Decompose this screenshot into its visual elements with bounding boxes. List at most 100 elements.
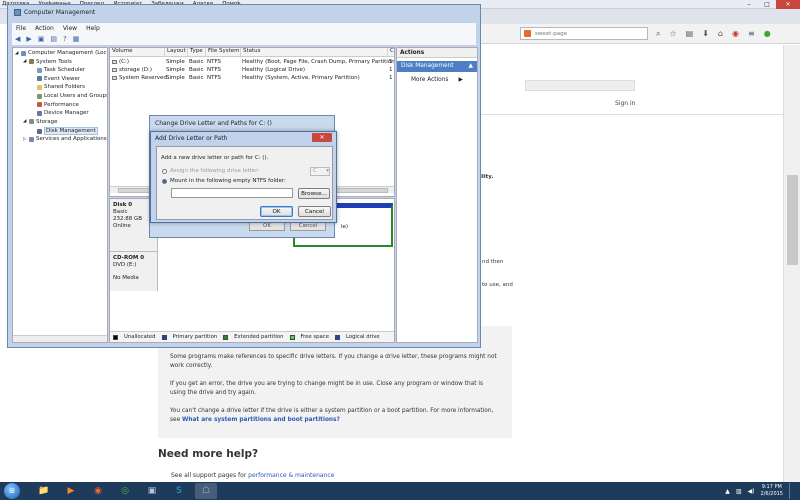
- expand-arrow-icon[interactable]: ◢: [23, 59, 27, 64]
- table-row[interactable]: System Reserved Simple Basic NTFS Healthy (S…: [110, 74, 394, 82]
- tree-item[interactable]: ◢ Storage: [23, 119, 58, 125]
- dialog-title: Change Drive Letter and Paths for C: (): [155, 120, 272, 127]
- column-header-type[interactable]: Type: [187, 48, 203, 56]
- chevron-down-icon: ▾: [326, 168, 329, 174]
- tree-item[interactable]: Local Users and Groups: [31, 93, 107, 99]
- computer-management-taskbar-icon[interactable]: ☖: [195, 483, 217, 499]
- column-header-layout[interactable]: Layout: [164, 48, 186, 56]
- search-engine-icon: [524, 30, 531, 37]
- drive-letter-select[interactable]: C ▾: [310, 167, 330, 176]
- browse-button[interactable]: Browse...: [298, 188, 330, 199]
- explorer-taskbar-icon[interactable]: 📁: [33, 483, 55, 499]
- cell-type: Basic: [189, 59, 204, 65]
- download-icon[interactable]: ⬇: [702, 29, 709, 38]
- legend-swatch: [334, 334, 340, 340]
- computer-management-icon: [14, 9, 21, 16]
- web-search-box[interactable]: [525, 80, 635, 91]
- start-button[interactable]: ⊞: [4, 483, 20, 499]
- tree-item[interactable]: Device Manager: [31, 110, 89, 116]
- assign-letter-option[interactable]: Assign the following drive letter:: [162, 168, 259, 174]
- tree-scrollbar[interactable]: [13, 335, 107, 342]
- console-icon[interactable]: ▦: [73, 35, 80, 43]
- menu-view[interactable]: View: [63, 25, 77, 32]
- menu-help[interactable]: Help: [86, 25, 100, 32]
- tree-item[interactable]: ◢ Computer Management (Local: [15, 50, 108, 56]
- need-help-heading: Need more help?: [158, 448, 259, 460]
- maximize-button[interactable]: □: [758, 0, 776, 9]
- cell-c: 1: [389, 67, 393, 73]
- column-header-status[interactable]: Status: [240, 48, 261, 56]
- cancel-button[interactable]: Cancel: [298, 206, 331, 217]
- tree-item-label: Computer Management (Local: [28, 50, 108, 56]
- window-title: Computer Management: [14, 9, 95, 16]
- network-icon[interactable]: ▥: [736, 488, 742, 495]
- tree-item[interactable]: Disk Management: [31, 127, 98, 136]
- tree-item[interactable]: Event Viewer: [31, 76, 80, 82]
- page-text-fragment: nd then: [482, 259, 504, 265]
- up-folder-icon[interactable]: ▣: [38, 35, 45, 43]
- expand-arrow-icon[interactable]: ◢: [23, 119, 27, 124]
- menu-icon[interactable]: ≡: [748, 29, 755, 38]
- mount-folder-option[interactable]: Mount in the following empty NTFS folder…: [162, 178, 286, 184]
- help-icon[interactable]: ?: [63, 35, 67, 43]
- legend-swatch: [289, 334, 295, 340]
- dialog-close-button[interactable]: ✕: [312, 133, 332, 142]
- device-icon: [37, 110, 42, 116]
- search-icon[interactable]: ⌕: [656, 29, 660, 39]
- system-partitions-link[interactable]: What are system partitions and boot part…: [182, 417, 340, 423]
- expand-arrow-icon[interactable]: ◢: [15, 51, 19, 56]
- properties-icon[interactable]: ▤: [50, 35, 57, 43]
- home-icon[interactable]: ⌂: [718, 29, 723, 38]
- disk-state: Online: [113, 223, 131, 229]
- extension-icon[interactable]: ●: [764, 29, 771, 38]
- volume-icon[interactable]: ◀): [748, 488, 755, 495]
- taskbar: ⊞ 📁 ▶ ◉ ◎ ▣ S ☖ ▲ ▥ ◀) 9:17 PM 2/6/2015: [0, 482, 800, 500]
- event-icon: [37, 76, 42, 82]
- tree-item[interactable]: ▷ Services and Applications: [23, 136, 107, 142]
- tree-item[interactable]: Shared Folders: [31, 84, 85, 90]
- legend-swatch: [223, 334, 229, 340]
- star-icon[interactable]: ☆: [669, 29, 676, 38]
- table-row[interactable]: (C:) Simple Basic NTFS Healthy (Boot, Page F…: [110, 58, 394, 66]
- media-taskbar-icon[interactable]: ▶: [60, 483, 82, 499]
- column-header-capacity[interactable]: C: [387, 48, 394, 56]
- cdrom-info[interactable]: CD-ROM 0 DVD (E:) No Media: [110, 251, 158, 291]
- bookmarks-icon[interactable]: ▤: [686, 29, 694, 38]
- performance-maintenance-link[interactable]: performance & maintenance: [248, 472, 334, 479]
- tray-up-arrow-icon[interactable]: ▲: [725, 488, 730, 495]
- more-actions[interactable]: More Actions ▶: [397, 75, 477, 85]
- radio-button-selected[interactable]: [162, 178, 167, 184]
- minimize-button[interactable]: –: [740, 0, 758, 9]
- tree-item[interactable]: ◢ System Tools: [23, 59, 72, 65]
- column-header-file-system[interactable]: File System: [205, 48, 239, 56]
- skype-taskbar-icon[interactable]: S: [168, 483, 190, 499]
- clock[interactable]: 9:17 PM 2/6/2015: [761, 484, 783, 498]
- console-tree: ◢ Computer Management (Local ◢ System Tools…: [12, 47, 108, 343]
- page-scrollbar[interactable]: [783, 45, 800, 482]
- show-desktop-button[interactable]: [789, 483, 794, 499]
- tree-item[interactable]: Performance: [31, 102, 79, 108]
- close-button[interactable]: ✕: [776, 0, 800, 9]
- screen-taskbar-icon[interactable]: ▣: [141, 483, 163, 499]
- expand-arrow-icon[interactable]: ▷: [23, 137, 27, 142]
- sign-in-link[interactable]: Sign in: [615, 100, 635, 107]
- folder-path-input[interactable]: [171, 188, 293, 198]
- tree-item-label: Device Manager: [44, 110, 89, 117]
- back-arrow-icon[interactable]: ◀: [15, 35, 20, 43]
- chrome-taskbar-icon[interactable]: ◎: [114, 483, 136, 499]
- divider: [480, 114, 800, 115]
- tree-item[interactable]: Task Scheduler: [31, 67, 85, 73]
- forward-arrow-icon[interactable]: ▶: [26, 35, 31, 43]
- actions-disk-management[interactable]: Disk Management ▲: [397, 61, 477, 72]
- scrollbar-thumb[interactable]: [787, 175, 798, 265]
- page-text-fragment: to use, and: [482, 282, 513, 288]
- table-row[interactable]: storage (D:) Simple Basic NTFS Healthy (Logi…: [110, 66, 394, 74]
- search-bar[interactable]: sweet-page: [520, 27, 648, 40]
- menu-file[interactable]: File: [16, 25, 26, 32]
- menu-action[interactable]: Action: [35, 25, 54, 32]
- addon-icon[interactable]: ◉: [732, 29, 739, 38]
- radio-button[interactable]: [162, 168, 167, 174]
- column-header-volume[interactable]: Volume: [110, 48, 132, 56]
- ok-button[interactable]: OK: [260, 206, 293, 217]
- firefox-taskbar-icon[interactable]: ◉: [87, 483, 109, 499]
